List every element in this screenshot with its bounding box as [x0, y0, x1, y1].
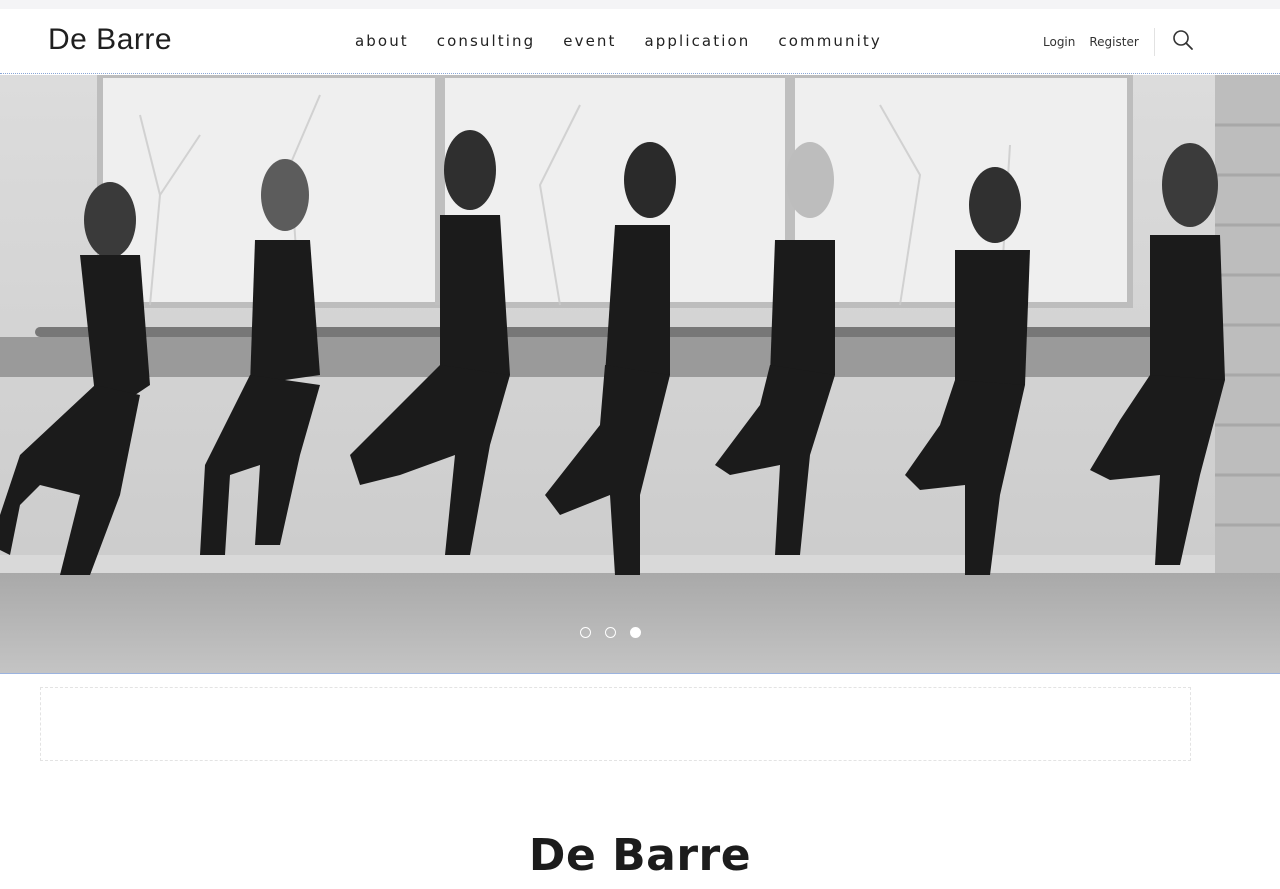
hero-image: [0, 75, 1280, 673]
site-logo[interactable]: De Barre: [48, 23, 172, 57]
slider-dots: [580, 627, 641, 638]
login-link[interactable]: Login: [1043, 35, 1075, 49]
top-strip: [0, 0, 1280, 9]
content-placeholder-box: [40, 687, 1191, 761]
hero-slider[interactable]: [0, 75, 1280, 674]
nav-item-community[interactable]: community: [778, 32, 882, 50]
nav-item-application[interactable]: application: [645, 32, 751, 50]
slider-dot-2[interactable]: [605, 627, 616, 638]
main-nav: about consulting event application commu…: [355, 32, 882, 50]
slider-dot-1[interactable]: [580, 627, 591, 638]
header-divider: [1154, 28, 1155, 56]
nav-item-about[interactable]: about: [355, 32, 409, 50]
section-title: De Barre: [528, 830, 752, 881]
register-link[interactable]: Register: [1089, 35, 1138, 49]
slider-dot-3[interactable]: [630, 627, 641, 638]
nav-item-event[interactable]: event: [563, 32, 616, 50]
search-icon[interactable]: [1172, 29, 1194, 51]
auth-links: Login Register: [1043, 35, 1139, 49]
nav-item-consulting[interactable]: consulting: [437, 32, 536, 50]
site-header: De Barre about consulting event applicat…: [0, 9, 1280, 74]
